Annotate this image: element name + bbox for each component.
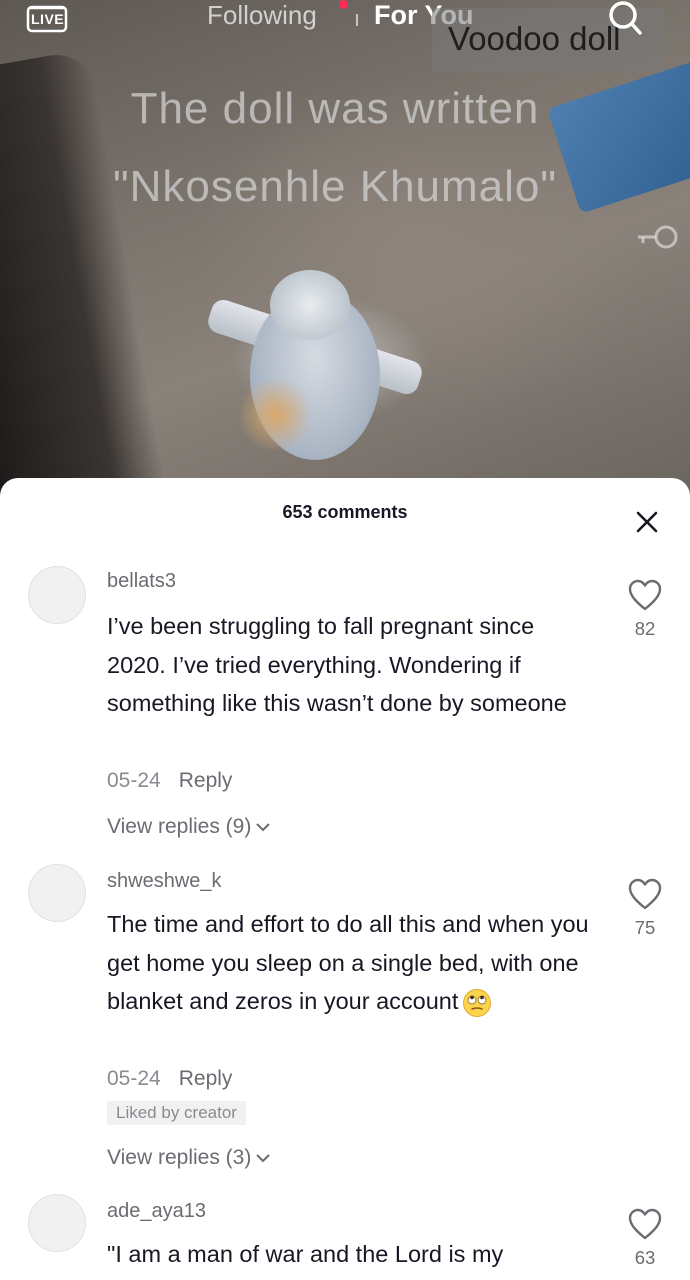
notification-dot [339,0,348,9]
like-heart-icon[interactable] [627,578,663,612]
view-replies-button[interactable]: View replies (9) [107,815,271,839]
like-heart-icon[interactable] [627,877,663,911]
comment-date: 05-24 [107,1067,161,1090]
video-scene-doll-head [270,270,350,340]
live-button[interactable]: LIVE [25,4,69,34]
comment-text-body: The time and effort to do all this and w… [107,911,589,1014]
tab-following[interactable]: Following [207,0,317,31]
like-heart-icon[interactable] [627,1207,663,1241]
eye-roll-emoji-icon [463,988,492,1017]
top-navigation-bar: LIVE Following For You Voodoo doll [0,0,690,72]
video-caption-line-1: The doll was written [130,84,540,133]
close-icon[interactable] [633,508,661,536]
tab-divider [356,14,358,26]
view-replies-button[interactable]: View replies (3) [107,1146,271,1170]
key-sticker-icon [638,225,678,249]
comment-username[interactable]: ade_aya13 [107,1200,206,1223]
comments-count-title: 653 comments [282,502,408,522]
comment-text: The time and effort to do all this and w… [107,905,597,1021]
comment-date: 05-24 [107,769,161,792]
comment-text: "I am a man of war and the Lord is my [107,1241,504,1267]
liked-by-creator-badge: Liked by creator [107,1101,246,1125]
view-replies-label: View replies (9) [107,815,252,838]
avatar[interactable] [28,1194,86,1252]
comments-panel: 653 comments bellats3 I’ve been struggli… [0,478,690,1280]
reply-button[interactable]: Reply [179,1067,233,1090]
comment-text: I’ve been struggling to fall pregnant si… [107,613,567,716]
avatar[interactable] [28,566,86,624]
view-replies-label: View replies (3) [107,1146,252,1169]
video-scene-blur [240,375,310,455]
video-player[interactable]: The doll was written "Nkosenhle Khumalo"… [0,0,690,500]
search-icon[interactable] [604,0,644,36]
comment-meta: 05-24 Reply [107,1067,232,1091]
like-count: 63 [634,1247,656,1268]
chevron-down-icon [256,1154,271,1163]
comment-meta: 05-24 Reply [107,769,232,793]
video-caption-line-2: "Nkosenhle Khumalo" [112,162,558,211]
comment-username[interactable]: bellats3 [107,570,176,593]
chevron-down-icon [256,823,271,832]
like-count: 75 [634,917,656,938]
like-count: 82 [634,618,656,639]
search-query-text: Voodoo doll [448,20,621,57]
reply-button[interactable]: Reply [179,769,233,792]
comment-username[interactable]: shweshwe_k [107,870,222,893]
live-label: LIVE [31,11,65,27]
avatar[interactable] [28,864,86,922]
